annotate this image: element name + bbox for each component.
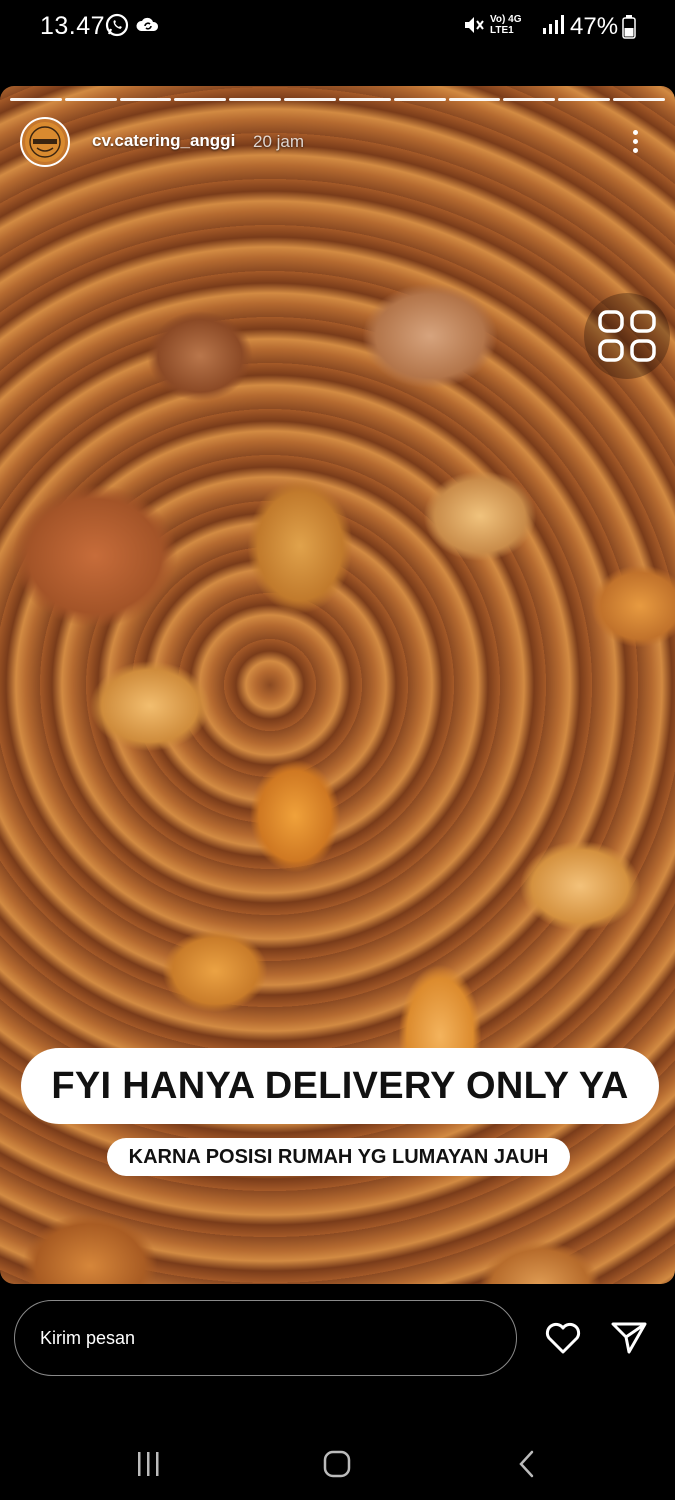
story-progress-segment — [284, 98, 336, 101]
message-input[interactable]: Kirim pesan — [14, 1300, 517, 1376]
story-time-ago: 20 jam — [253, 132, 305, 151]
send-icon[interactable] — [609, 1318, 649, 1358]
story-username[interactable]: cv.catering_anggi — [92, 131, 235, 151]
home-button[interactable] — [317, 1444, 357, 1484]
heart-icon[interactable] — [543, 1318, 583, 1358]
avatar[interactable] — [20, 117, 70, 167]
story-progress-segment — [613, 98, 665, 101]
story-progress-segment — [558, 98, 611, 101]
story-progress-segment — [338, 98, 391, 101]
back-button[interactable] — [507, 1444, 547, 1484]
battery-icon — [622, 15, 636, 44]
story-image[interactable]: cv.catering_anggi 20 jam FYI HANYA DELIV… — [0, 86, 675, 1284]
network-text: Vo) 4G LTE1 — [490, 14, 522, 36]
status-bar: 13.47 Vo) 4G LTE1 47% — [0, 0, 675, 56]
recent-apps-button[interactable] — [128, 1444, 168, 1484]
story-progress-segment — [10, 98, 62, 101]
story-progress-segment — [64, 98, 117, 101]
floating-shortcut-icon[interactable] — [584, 293, 670, 379]
story-progress-segment — [174, 98, 227, 101]
cloud-sync-icon — [135, 12, 161, 43]
story-progress-segment — [229, 98, 282, 101]
more-options-icon[interactable] — [622, 126, 648, 156]
story-progress-bar — [10, 98, 665, 101]
status-time: 13.47 — [40, 12, 106, 40]
story-progress-segment — [448, 98, 501, 101]
network-label: Vo) 4G LTE1 — [490, 14, 540, 36]
signal-icon — [541, 14, 565, 41]
catering-logo-icon — [25, 122, 65, 162]
story-progress-segment — [503, 98, 556, 101]
message-placeholder: Kirim pesan — [40, 1327, 136, 1348]
mute-icon — [462, 12, 486, 43]
story-progress-segment — [393, 98, 446, 101]
story-caption-main: FYI HANYA DELIVERY ONLY YA — [21, 1048, 659, 1124]
battery-percent: 47% — [570, 13, 619, 40]
whatsapp-icon — [104, 12, 130, 43]
story-progress-segment — [119, 98, 172, 101]
story-caption-sub: KARNA POSISI RUMAH YG LUMAYAN JAUH — [107, 1138, 570, 1176]
